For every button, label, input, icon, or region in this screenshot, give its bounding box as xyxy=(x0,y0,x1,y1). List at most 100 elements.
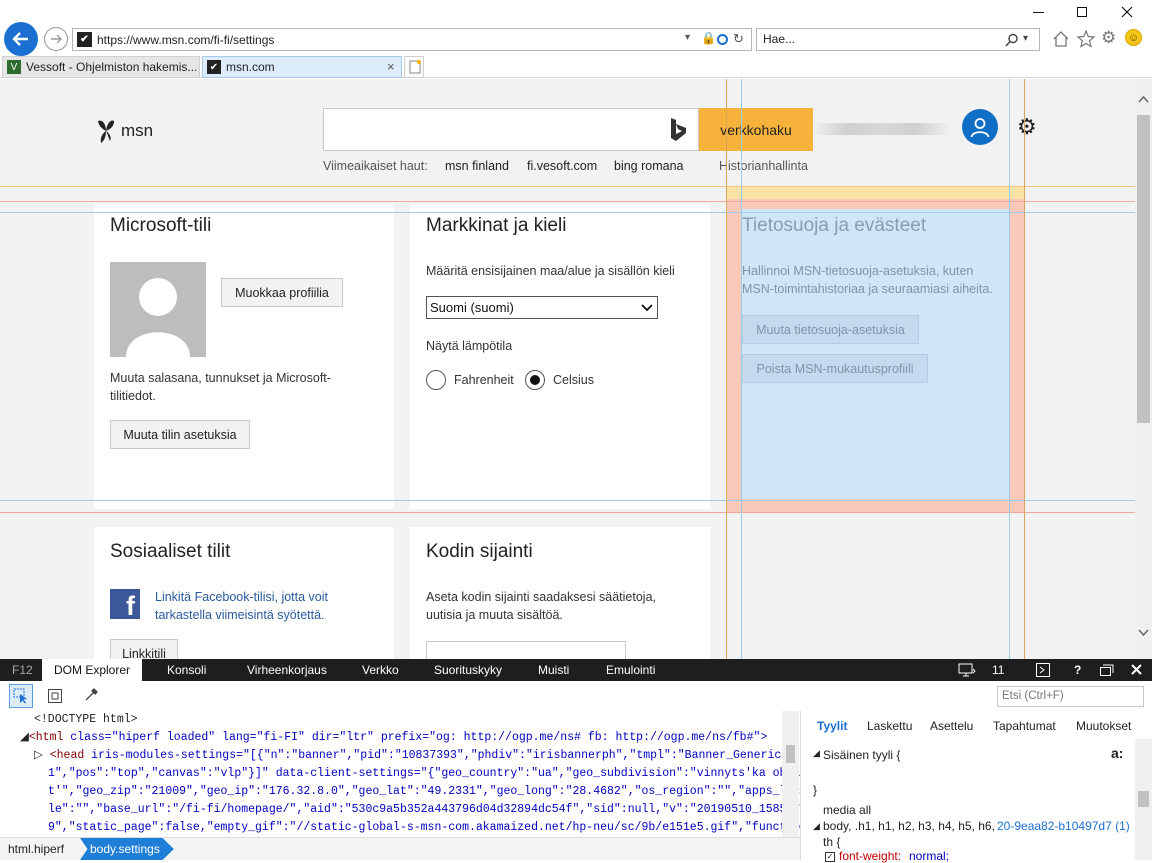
help-icon[interactable]: ? xyxy=(1074,659,1081,681)
dom-search-input[interactable]: Etsi (Ctrl+F) xyxy=(997,686,1144,707)
dom-scrollbar[interactable] xyxy=(782,711,799,838)
tab-vessoft[interactable]: V Vessoft - Ohjelmiston hakemis... xyxy=(2,56,200,78)
scrollbar-thumb[interactable] xyxy=(1137,115,1150,423)
tab-styles[interactable]: Tyylit xyxy=(817,719,847,733)
property-checkbox[interactable]: ✓ xyxy=(825,852,835,862)
edit-profile-button[interactable]: Muokkaa profiilia xyxy=(221,278,343,307)
recent-search-link[interactable]: bing romana xyxy=(614,159,684,173)
lock-icon[interactable]: 🔒 xyxy=(701,31,716,45)
color-picker-icon[interactable] xyxy=(84,688,98,702)
close-window-button[interactable] xyxy=(1104,0,1150,24)
home-location-input[interactable] xyxy=(426,641,626,659)
devtools-tab-bar: F12 DOM Explorer Konsoli Virheenkorjaus … xyxy=(0,659,1152,681)
css-property-name[interactable]: font-weight: xyxy=(839,849,901,863)
chevron-up-icon[interactable] xyxy=(1138,95,1149,103)
scrollbar-thumb[interactable] xyxy=(786,745,795,763)
change-account-settings-button[interactable]: Muuta tilin asetuksia xyxy=(110,420,250,449)
remove-profile-button[interactable]: Poista MSN-mukautusprofiili xyxy=(742,354,928,383)
tab-performance[interactable]: Suorituskyky xyxy=(434,659,502,681)
browser-search-box[interactable]: ▾ xyxy=(756,28,1040,51)
tab-debugger[interactable]: Virheenkorjaus xyxy=(247,659,327,681)
dom-node[interactable]: ▷ <head iris-modules-settings="[{"n":"ba… xyxy=(34,747,781,765)
address-bar[interactable]: ✔ https://www.msn.com/fi-fi/settings ▾ 🔒… xyxy=(72,28,752,51)
block-icon[interactable] xyxy=(717,34,728,45)
highlight-element-icon[interactable] xyxy=(48,689,62,703)
minimize-button[interactable] xyxy=(1015,0,1061,24)
tab-memory[interactable]: Muisti xyxy=(538,659,569,681)
recent-searches-label: Viimeaikaiset haut: xyxy=(323,159,428,173)
close-icon[interactable] xyxy=(1131,664,1142,675)
inline-style-rule[interactable]: Sisäinen tyyli { xyxy=(823,748,900,762)
select-element-button[interactable] xyxy=(9,684,33,708)
fahrenheit-radio[interactable] xyxy=(426,370,446,390)
browser-search-input[interactable] xyxy=(763,32,983,46)
tab-emulation[interactable]: Emulointi xyxy=(606,659,655,681)
chevron-down-icon[interactable] xyxy=(1138,629,1149,637)
home-icon[interactable] xyxy=(1052,30,1070,48)
forward-button[interactable] xyxy=(44,27,68,51)
tab-changes[interactable]: Muutokset xyxy=(1076,719,1131,733)
scrollbar-thumb[interactable] xyxy=(1138,791,1149,807)
settings-gear-icon[interactable]: ⚙ xyxy=(1017,115,1037,139)
breadcrumb-item-active[interactable]: body.settings xyxy=(80,838,174,860)
fahrenheit-label[interactable]: Fahrenheit xyxy=(454,371,514,389)
developer-tools: F12 DOM Explorer Konsoli Virheenkorjaus … xyxy=(0,659,1152,863)
link-account-button[interactable]: Linkkitili xyxy=(110,639,178,659)
monitor-icon[interactable] xyxy=(958,663,976,677)
gear-icon[interactable]: ⚙ xyxy=(1101,28,1116,48)
social-desc-line[interactable]: Linkitä Facebook-tilisi, jotta voit xyxy=(155,588,328,606)
privacy-settings-button[interactable]: Muuta tietosuoja-asetuksia xyxy=(742,315,919,344)
new-tab-button[interactable] xyxy=(404,56,424,78)
font-size-icon[interactable]: a: xyxy=(1111,745,1123,761)
home-desc-line: uutisia ja muuta sisältöä. xyxy=(426,608,563,622)
recent-search-link[interactable]: msn finland xyxy=(445,159,509,173)
page-scrollbar[interactable] xyxy=(1135,79,1152,659)
css-source-link[interactable]: 20-9eaa82-b10497d7 (1) xyxy=(997,819,1130,833)
msn-search-input[interactable] xyxy=(323,108,699,151)
back-button[interactable] xyxy=(4,22,38,56)
close-tab-icon[interactable]: × xyxy=(387,59,395,74)
account-desc-line: tilitiedot. xyxy=(110,389,156,403)
tab-console[interactable]: Konsoli xyxy=(167,659,206,681)
profile-picture xyxy=(110,262,206,357)
search-icon[interactable] xyxy=(1005,33,1019,47)
dom-node[interactable]: ◢<html class="hiperf loaded" lang="fi-FI… xyxy=(20,729,767,747)
social-card-title: Sosiaaliset tilit xyxy=(110,541,231,562)
language-select[interactable]: Suomi (suomi) xyxy=(426,296,658,319)
web-search-button[interactable]: verkkohaku xyxy=(699,108,813,151)
css-selector[interactable]: body, .h1, h1, h2, h3, h4, h5, h6, xyxy=(823,819,995,833)
tab-layout[interactable]: Asettelu xyxy=(930,719,973,733)
styles-scrollbar[interactable] xyxy=(1135,739,1152,860)
smiley-feedback-icon[interactable]: ☺ xyxy=(1125,29,1142,46)
celsius-radio[interactable] xyxy=(525,370,545,390)
user-avatar[interactable] xyxy=(962,109,998,145)
breadcrumb-item[interactable]: html.hiperf xyxy=(8,842,64,856)
msn-logo[interactable]: msn xyxy=(95,117,153,145)
star-icon[interactable] xyxy=(1076,29,1096,49)
tab-events[interactable]: Tapahtumat xyxy=(993,719,1056,733)
recent-search-link[interactable]: fi.vesoft.com xyxy=(527,159,597,173)
tab-dom-explorer[interactable]: DOM Explorer xyxy=(42,659,143,681)
css-property-value[interactable]: normal; xyxy=(909,849,949,863)
tab-label: msn.com xyxy=(226,60,275,74)
chevron-down-icon[interactable]: ▾ xyxy=(1023,33,1028,44)
chevron-down-icon[interactable]: ▾ xyxy=(685,32,690,43)
privacy-desc-line: Hallinnoi MSN-tietosuoja-asetuksia, kute… xyxy=(742,264,974,278)
bing-icon[interactable] xyxy=(668,117,688,143)
console-icon[interactable] xyxy=(1036,663,1050,677)
collapse-icon[interactable]: ◢ xyxy=(813,821,820,832)
url-text: https://www.msn.com/fi-fi/settings xyxy=(97,33,275,47)
tab-network[interactable]: Verkko xyxy=(362,659,399,681)
maximize-button[interactable] xyxy=(1059,0,1105,24)
refresh-icon[interactable]: ↻ xyxy=(733,31,744,47)
social-desc-line[interactable]: tarkastella viimeisintä syötettä. xyxy=(155,606,325,624)
history-management-link[interactable]: Historianhallinta xyxy=(719,159,808,173)
tab-computed[interactable]: Laskettu xyxy=(867,719,912,733)
collapse-icon[interactable]: ◢ xyxy=(813,748,820,759)
celsius-label[interactable]: Celsius xyxy=(553,371,594,389)
tab-msn[interactable]: ✔ msn.com × xyxy=(202,56,402,78)
dom-node[interactable]: <!DOCTYPE html> xyxy=(34,711,138,729)
guide-line xyxy=(0,512,1135,513)
undock-icon[interactable] xyxy=(1100,664,1114,676)
dom-tree[interactable]: <!DOCTYPE html> ◢<html class="hiperf loa… xyxy=(0,711,800,839)
